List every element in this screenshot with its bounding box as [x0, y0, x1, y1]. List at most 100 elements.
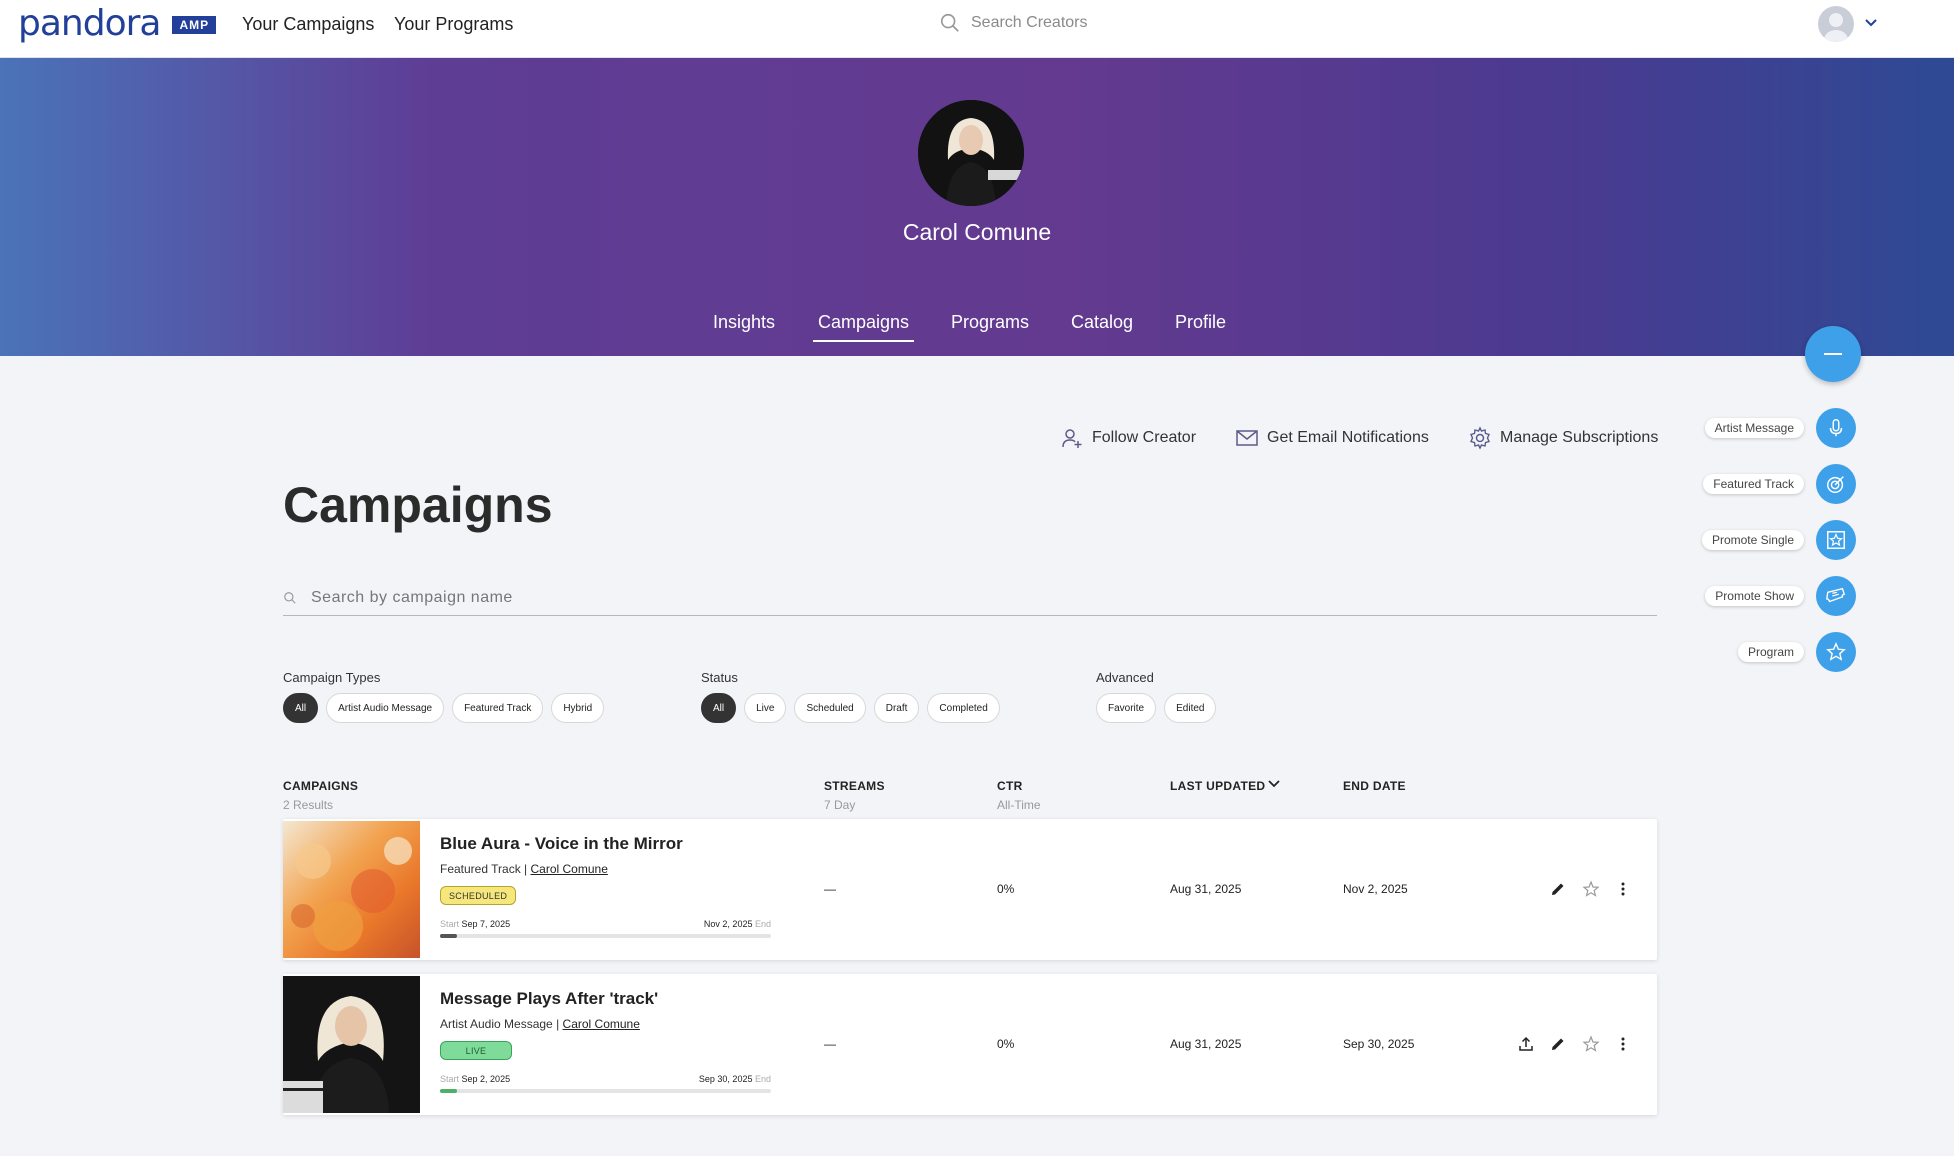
chevron-down-icon[interactable] — [1862, 14, 1880, 32]
campaign-type: Featured Track — [440, 862, 521, 876]
end-label: End — [754, 919, 771, 929]
manage-subscriptions-button[interactable]: Manage Subscriptions — [1468, 426, 1658, 450]
start-date: Sep 2, 2025 — [461, 1074, 511, 1084]
end-date-value: Nov 2, 2025 — [1343, 882, 1408, 896]
manage-subscriptions-label: Manage Subscriptions — [1500, 429, 1659, 446]
col-header-last-updated[interactable]: LAST UPDATED — [1170, 779, 1265, 793]
filter-advanced: Advanced Favorite Edited — [1096, 670, 1217, 723]
col-header-campaigns: CAMPAIGNS — [283, 779, 359, 793]
collapse-fab-button[interactable] — [1805, 326, 1861, 382]
fab-artist-message[interactable]: Artist Message — [1690, 408, 1856, 448]
status-badge: SCHEDULED — [440, 886, 517, 905]
star-frame-icon[interactable] — [1816, 520, 1856, 560]
campaign-dates: Start Sep 2, 2025 Sep 30, 2025 End — [440, 1074, 771, 1084]
ctr-value: 0% — [997, 1037, 1015, 1051]
star-icon[interactable] — [1816, 632, 1856, 672]
chip-status-all[interactable]: All — [701, 693, 737, 723]
campaign-progress-bar — [440, 934, 771, 938]
more-options-icon[interactable] — [1614, 880, 1632, 898]
col-subheader-streams: 7 Day — [824, 798, 856, 812]
search-icon — [284, 591, 296, 604]
campaign-progress-bar — [440, 1089, 771, 1093]
tab-catalog[interactable]: Catalog — [1071, 312, 1133, 333]
top-nav: pandora AMP Your Campaigns Your Programs… — [0, 0, 1954, 58]
end-date-value: Sep 30, 2025 — [1343, 1037, 1415, 1051]
follow-creator-button[interactable]: Follow Creator — [1060, 426, 1196, 450]
search-creators[interactable]: Search Creators — [939, 12, 1088, 34]
campaign-artist-link[interactable]: Carol Comune — [563, 1017, 640, 1031]
tab-profile[interactable]: Profile — [1175, 312, 1226, 333]
chip-type-all[interactable]: All — [283, 693, 319, 723]
fab-label: Artist Message — [1704, 418, 1804, 438]
edit-pencil-icon[interactable] — [1549, 1035, 1567, 1053]
fab-promote-single[interactable]: Promote Single — [1690, 520, 1856, 560]
chip-status-completed[interactable]: Completed — [927, 693, 1000, 723]
chip-type-hybrid[interactable]: Hybrid — [551, 693, 605, 723]
tab-insights[interactable]: Insights — [713, 312, 775, 333]
campaign-dates: Start Sep 7, 2025 Nov 2, 2025 End — [440, 919, 771, 929]
edit-pencil-icon[interactable] — [1549, 880, 1567, 898]
gear-icon — [1470, 426, 1490, 450]
campaign-meta: Featured Track | Carol Comune — [440, 862, 608, 876]
filter-title: Advanced — [1096, 670, 1154, 685]
campaign-type: Artist Audio Message — [440, 1017, 553, 1031]
end-label: End — [754, 1074, 771, 1084]
chip-advanced-favorite[interactable]: Favorite — [1096, 693, 1157, 723]
end-date: Sep 30, 2025 — [698, 1074, 753, 1084]
nav-your-programs[interactable]: Your Programs — [394, 14, 513, 35]
email-notifications-label: Get Email Notifications — [1267, 429, 1429, 446]
col-header-ctr: CTR — [997, 779, 1023, 793]
chip-type-artist-audio-message[interactable]: Artist Audio Message — [326, 693, 445, 723]
page-title: Campaigns — [283, 477, 553, 533]
campaign-artwork — [283, 821, 420, 958]
sort-chevron-down-icon[interactable] — [1267, 777, 1281, 791]
campaign-title[interactable]: Message Plays After 'track' — [440, 989, 658, 1009]
col-header-end-date: END DATE — [1343, 779, 1406, 793]
progress-fill — [440, 1089, 457, 1093]
user-silhouette-icon — [1824, 13, 1848, 42]
ticket-icon[interactable] — [1816, 576, 1856, 616]
campaign-title[interactable]: Blue Aura - Voice in the Mirror — [440, 834, 683, 854]
microphone-icon[interactable] — [1816, 408, 1856, 448]
campaign-search-input[interactable] — [311, 588, 1611, 607]
share-upload-icon[interactable] — [1517, 1035, 1535, 1053]
table-row[interactable]: Blue Aura - Voice in the Mirror Featured… — [283, 819, 1657, 960]
chip-status-scheduled[interactable]: Scheduled — [794, 693, 866, 723]
streams-value: — — [824, 1037, 836, 1051]
fab-featured-track[interactable]: Featured Track — [1690, 464, 1856, 504]
fab-label: Program — [1737, 642, 1804, 662]
streams-value: — — [824, 882, 836, 896]
campaign-artist-link[interactable]: Carol Comune — [531, 862, 608, 876]
user-avatar[interactable] — [1818, 6, 1854, 42]
favorite-star-icon[interactable] — [1582, 1035, 1600, 1053]
artist-hero-banner: Carol Comune Insights Campaigns Programs… — [0, 58, 1954, 356]
artist-name: Carol Comune — [902, 219, 1052, 245]
pandora-amp-logo[interactable]: pandora AMP — [18, 3, 217, 44]
chip-status-draft[interactable]: Draft — [873, 693, 920, 723]
artist-avatar — [918, 100, 1024, 206]
tab-campaigns[interactable]: Campaigns — [812, 312, 915, 342]
nav-your-campaigns[interactable]: Your Campaigns — [242, 14, 374, 35]
table-row[interactable]: Message Plays After 'track' Artist Audio… — [283, 974, 1657, 1115]
last-updated-value: Aug 31, 2025 — [1170, 1037, 1242, 1051]
chip-type-featured-track[interactable]: Featured Track — [452, 693, 544, 723]
target-icon[interactable] — [1816, 464, 1856, 504]
start-date: Sep 7, 2025 — [461, 919, 511, 929]
tab-programs[interactable]: Programs — [951, 312, 1029, 333]
search-creators-placeholder: Search Creators — [971, 14, 1088, 31]
filter-status: Status All Live Scheduled Draft Complete… — [701, 670, 1000, 723]
follow-creator-label: Follow Creator — [1092, 429, 1197, 446]
logo-wordmark: pandora — [18, 3, 161, 44]
search-icon — [940, 13, 959, 32]
chip-advanced-edited[interactable]: Edited — [1164, 693, 1217, 723]
favorite-star-icon[interactable] — [1582, 880, 1600, 898]
mail-icon — [1236, 430, 1258, 446]
fab-promote-show[interactable]: Promote Show — [1690, 576, 1856, 616]
more-options-icon[interactable] — [1614, 1035, 1632, 1053]
chip-status-live[interactable]: Live — [744, 693, 787, 723]
add-person-icon — [1062, 429, 1082, 448]
fab-program[interactable]: Program — [1690, 632, 1856, 672]
start-label: Start — [440, 1074, 460, 1084]
email-notifications-button[interactable]: Get Email Notifications — [1235, 426, 1429, 450]
filter-title: Campaign Types — [283, 670, 381, 685]
